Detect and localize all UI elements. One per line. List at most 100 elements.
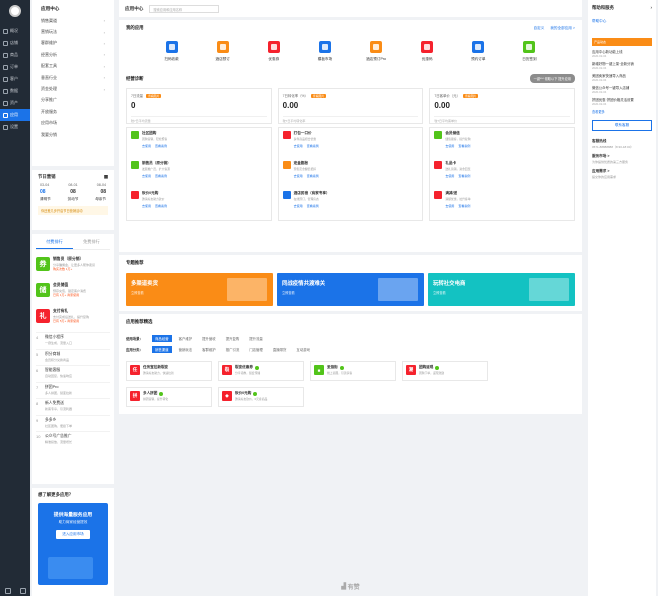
contact-service-button[interactable]: 联系客服 xyxy=(592,120,652,131)
topic-banner[interactable]: 同战疫情共渡难关 立即查看 xyxy=(277,273,424,306)
nav-item[interactable]: 商品 xyxy=(0,49,30,61)
tab-paid-rank[interactable]: 付费排行 xyxy=(36,236,73,249)
side-menu-item[interactable]: 配套工具 › xyxy=(32,61,114,72)
customize-link[interactable]: 自定义 xyxy=(534,26,545,31)
news-item[interactable]: 微信公众号一键导入店铺 2020-02-04 xyxy=(592,85,652,94)
rank-top-item[interactable]: 礼支付有礼 支付完成后送礼，提升复购 已有 5万+ 商家使用 xyxy=(36,306,110,332)
side-menu-item[interactable]: 销售渠道 › xyxy=(32,15,114,26)
stat-badge[interactable]: 查看图片 xyxy=(146,93,162,98)
rank-item[interactable]: 9 多多乡 社区团购，便捷下单 xyxy=(36,414,110,432)
case-link[interactable]: 查看案例 xyxy=(458,174,470,178)
news-item[interactable]: 新增好物一键上架·全新分销 2020-02-04 xyxy=(592,61,652,70)
side-menu-item[interactable]: 垂直行业 › xyxy=(32,72,114,83)
search-input[interactable]: 搜索应用和应用名称 xyxy=(149,4,220,13)
side-menu-item[interactable]: 客群维护 › xyxy=(32,38,114,49)
use-link[interactable]: 去使用 xyxy=(294,144,303,148)
nav-item[interactable]: 资产 xyxy=(0,97,30,109)
case-link[interactable]: 查看案例 xyxy=(307,204,319,208)
rank-item[interactable]: 6 智能客服 自动回复，快速响应 xyxy=(36,365,110,382)
use-link[interactable]: 去使用 xyxy=(142,174,151,178)
stat-badge[interactable]: 查看图片 xyxy=(310,93,327,98)
app-shortcut[interactable]: 扫码收款 xyxy=(152,41,192,62)
all-apps-link[interactable]: 我的全部应用 > xyxy=(550,26,575,31)
news-item[interactable]: 美团卖家快速导入商品 2020-02-04 xyxy=(592,73,652,82)
recommended-app[interactable]: ■ 爱逛街 线上商圈，引流获客 xyxy=(310,361,396,381)
app-shortcut[interactable]: 优惠码 xyxy=(407,41,447,62)
use-link[interactable]: 去使用 xyxy=(445,174,454,178)
use-link[interactable]: 去使用 xyxy=(294,174,303,178)
calendar-event[interactable]: 劳动节 xyxy=(68,197,79,202)
nav-item[interactable]: 数据 xyxy=(0,85,30,97)
calendar-note[interactable]: 你还差几步开启节日营销活动 xyxy=(38,206,108,215)
topic-banner[interactable]: 多渠道卖货 立即查看 xyxy=(126,273,273,306)
scene-filter-option[interactable]: 客户维护 xyxy=(176,335,196,342)
case-link[interactable]: 查看案例 xyxy=(307,174,319,178)
side-menu-item[interactable]: 我要分销 xyxy=(32,129,114,140)
case-link[interactable]: 查看案例 xyxy=(458,144,470,148)
calendar-date[interactable]: 08 xyxy=(70,189,76,195)
nav-item[interactable]: 订单 xyxy=(0,61,30,73)
calendar-date[interactable]: 08 xyxy=(100,189,106,195)
more-news-link[interactable]: 查看更多 xyxy=(592,109,652,114)
use-link[interactable]: 去使用 xyxy=(142,144,151,148)
recommended-app[interactable]: 潮团购返现 团购下单，返现激励 xyxy=(402,361,488,381)
case-link[interactable]: 查看案例 xyxy=(155,204,167,208)
scene-filter-option[interactable]: 商品经营 xyxy=(152,335,172,342)
case-link[interactable]: 查看案例 xyxy=(307,144,319,148)
app-shortcut[interactable]: 预约订单 xyxy=(458,41,498,62)
stat-badge[interactable]: 查看图片 xyxy=(462,93,479,98)
category-filter-option[interactable]: 直播带货 xyxy=(270,346,290,353)
topic-banner[interactable]: 玩转社交电商 立即查看 xyxy=(428,273,575,306)
nav-item[interactable]: 设置 xyxy=(0,121,30,133)
scene-filter-option[interactable]: 提升流量 xyxy=(246,335,266,342)
nav-item[interactable]: 应用 xyxy=(0,109,30,121)
side-menu-item[interactable]: 分享推广 xyxy=(32,95,114,106)
calendar-event[interactable]: 清明节 xyxy=(40,197,51,202)
app-shortcut[interactable]: 模板市场 xyxy=(305,41,345,62)
nav-item[interactable]: 客户 xyxy=(0,73,30,85)
category-filter-option[interactable]: 销售渠道 xyxy=(152,346,172,353)
app-shortcut[interactable]: 酒店预订Pro xyxy=(356,41,396,62)
side-menu-item[interactable]: 资金处理 › xyxy=(32,83,114,94)
rank-item[interactable]: 8 新人免费送 新客专享，引流利器 xyxy=(36,398,110,415)
use-link[interactable]: 去使用 xyxy=(445,144,454,148)
rank-item[interactable]: 4 微信小程序 一键生成，流量入口 xyxy=(36,332,110,349)
case-link[interactable]: 查看案例 xyxy=(458,204,470,208)
rank-top-item[interactable]: 储会员储值 预存充值，锁定客户消费 已有 1万+ 商家使用 xyxy=(36,280,110,306)
scene-filter-option[interactable]: 提升复购 xyxy=(223,335,243,342)
calendar-event[interactable]: 母亲节 xyxy=(95,197,106,202)
category-filter-option[interactable]: 推广引流 xyxy=(223,346,243,353)
claim-apps-button[interactable]: 一键*** 领取以下 提升应用 xyxy=(529,74,575,83)
case-link[interactable]: 查看案例 xyxy=(155,144,167,148)
recommended-app[interactable]: ◆ 砍价0元购 邀请好友砍价，0元拿商品 xyxy=(218,387,304,407)
category-filter-option[interactable]: 营销玩法 xyxy=(176,346,196,353)
help-icon[interactable] xyxy=(4,588,11,594)
category-filter-option[interactable]: 互动游戏 xyxy=(293,346,313,353)
use-link[interactable]: 去使用 xyxy=(142,204,151,208)
side-menu-item[interactable]: 营销玩法 › xyxy=(32,26,114,37)
app-shortcut[interactable]: 酒店预订 xyxy=(203,41,243,62)
news-item[interactable]: 拼团优惠·拼团价格灵活设置 2020-02-04 xyxy=(592,97,652,106)
collapse-icon[interactable]: › xyxy=(651,5,652,11)
nav-item[interactable]: 概况 xyxy=(0,25,30,37)
rank-item[interactable]: 7 拼团Pro 多人拼团，裂变拉新 xyxy=(36,381,110,399)
use-link[interactable]: 去使用 xyxy=(445,204,454,208)
rank-item[interactable]: 5 积分商城 会员积分兑换商品 xyxy=(36,348,110,366)
calendar-date[interactable]: 08 xyxy=(40,189,46,195)
case-link[interactable]: 查看案例 xyxy=(155,174,167,178)
info-item[interactable]: 应用需求 > 提交你的应用需求 xyxy=(592,169,652,179)
app-shortcut[interactable]: 优惠券 xyxy=(254,41,294,62)
news-item[interactable]: 应用中心新功能上线 2020-02-04 xyxy=(592,49,652,58)
side-menu-item[interactable]: 开放服务 xyxy=(32,106,114,117)
app-shortcut[interactable]: 日历签到 xyxy=(509,41,549,62)
category-filter-option[interactable]: 客群维护 xyxy=(199,346,219,353)
side-menu-item[interactable]: 经营分析 › xyxy=(32,49,114,60)
recommended-app[interactable]: 裂裂变优惠券 分享领券，裂变传播 xyxy=(218,361,304,381)
enter-market-button[interactable]: 进入应用市场 xyxy=(56,530,90,539)
recommended-app[interactable]: 任任务宝拉新裂变 邀请好友助力，快速拉新 xyxy=(126,361,212,381)
side-menu-item[interactable]: 应用市场 xyxy=(32,118,114,129)
calendar-icon[interactable]: ▦ xyxy=(104,174,108,180)
scene-filter-option[interactable]: 提升营收 xyxy=(199,335,219,342)
rank-top-item[interactable]: 券销售员（原分销） 分享赚佣金，让更多人帮你卖货 购买次数 1万+ xyxy=(36,254,110,280)
category-filter-option[interactable]: 门店管理 xyxy=(246,346,266,353)
